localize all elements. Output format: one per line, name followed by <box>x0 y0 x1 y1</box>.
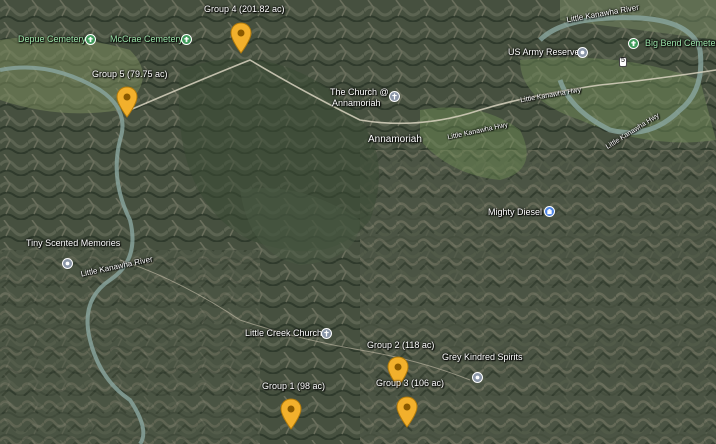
group3-label: Group 3 (106 ac) <box>376 378 445 388</box>
route-shield-icon: 5 <box>619 57 627 67</box>
big-bend-cemetery-label[interactable]: Big Bend Cemetery <box>645 38 716 49</box>
church-icon[interactable] <box>389 91 400 102</box>
group5-pin[interactable] <box>115 86 139 118</box>
us-army-reserve-label[interactable]: US Army Reserve <box>508 47 580 58</box>
terrain-background <box>0 0 716 444</box>
location-pin-icon <box>116 86 138 118</box>
place-icon[interactable] <box>62 258 73 269</box>
tiny-scented-memories-label[interactable]: Tiny Scented Memories <box>26 238 120 249</box>
place-icon[interactable] <box>577 47 588 58</box>
location-pin-icon <box>280 398 302 430</box>
group5-label: Group 5 (79.75 ac) <box>92 69 168 79</box>
annamoriah-town-label[interactable]: Annamoriah <box>368 134 422 145</box>
church-annamoriah-label-line2[interactable]: Annamoriah <box>332 98 381 109</box>
satellite-map[interactable]: Depue Cemetery McCrae Cemetery Group 4 (… <box>0 0 716 444</box>
little-creek-church-label[interactable]: Little Creek Church <box>245 328 322 339</box>
church-annamoriah-label-line1[interactable]: The Church @ <box>330 87 389 98</box>
group1-pin[interactable] <box>279 398 303 430</box>
location-pin-icon <box>396 396 418 428</box>
group2-label: Group 2 (118 ac) <box>367 340 435 350</box>
group3-pin[interactable] <box>395 396 419 428</box>
store-icon[interactable] <box>544 206 555 217</box>
cemetery-icon[interactable] <box>628 38 639 49</box>
place-icon[interactable] <box>472 372 483 383</box>
grey-kindred-spirits-label[interactable]: Grey Kindred Spirits <box>442 352 523 363</box>
depue-cemetery-label[interactable]: Depue Cemetery <box>18 34 86 45</box>
cemetery-icon[interactable] <box>85 34 96 45</box>
mighty-diesel-label[interactable]: Mighty Diesel <box>488 207 542 218</box>
group4-label: Group 4 (201.82 ac) <box>204 4 285 14</box>
group1-label: Group 1 (98 ac) <box>262 381 326 391</box>
mccrae-cemetery-label[interactable]: McCrae Cemetery <box>110 34 183 45</box>
group4-pin[interactable] <box>229 22 253 54</box>
location-pin-icon <box>230 22 252 54</box>
cemetery-icon[interactable] <box>181 34 192 45</box>
church-icon[interactable] <box>321 328 332 339</box>
